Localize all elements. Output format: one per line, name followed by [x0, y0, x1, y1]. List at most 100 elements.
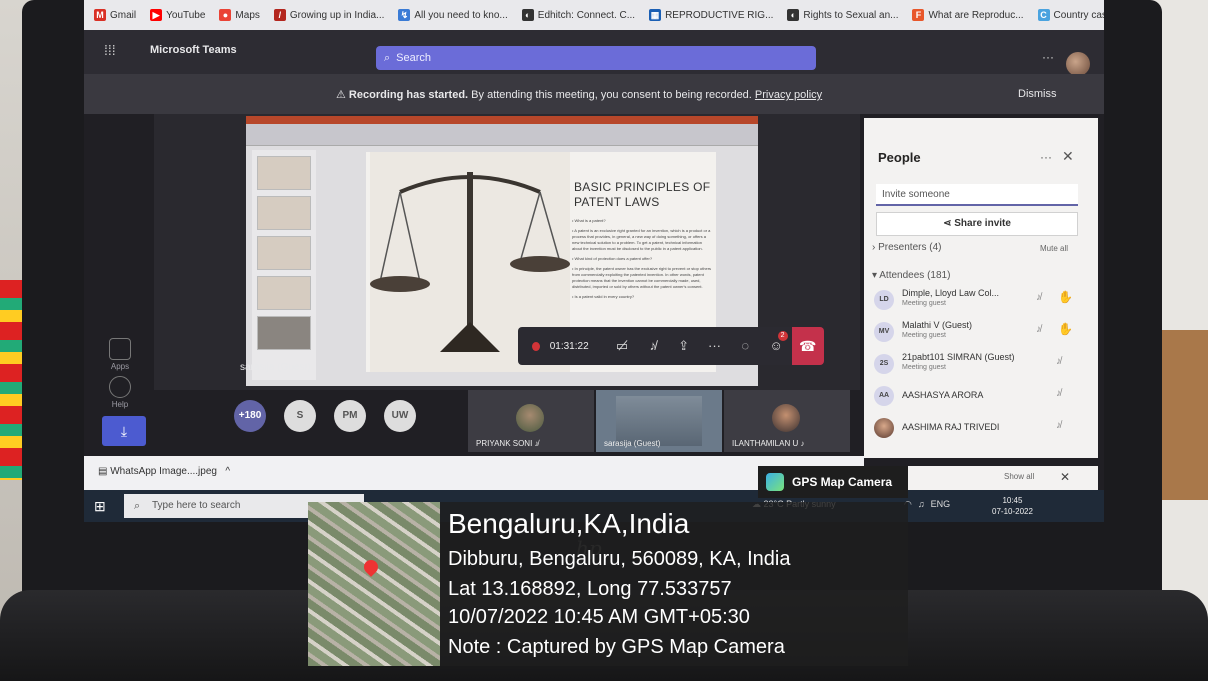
slide-title: BASIC PRINCIPLES OF PATENT LAWS — [574, 180, 711, 209]
attendee-row[interactable]: AASHIMA RAJ TRIVEDI ♪̸ — [872, 416, 1088, 446]
apps-icon — [109, 338, 131, 360]
show-all-link[interactable]: Show all — [1004, 472, 1034, 481]
photo-background: hp MGmail▶YouTube●Maps/Growing up in Ind… — [0, 0, 1208, 681]
bookmark-item[interactable]: F What are Reproduc... — [908, 9, 1027, 21]
participant-avatar[interactable]: UW — [384, 400, 416, 432]
location-pin-icon — [361, 557, 381, 577]
participant-avatar[interactable]: PM — [334, 400, 366, 432]
gps-tag-label: GPS Map Camera — [792, 475, 893, 489]
mic-off-icon[interactable]: ♪̸ — [637, 327, 668, 365]
mute-all-button[interactable]: Mute all — [1040, 244, 1068, 253]
attendee-row[interactable]: LD Dimple, Lloyd Law Col... Meeting guest ♪… — [872, 288, 1088, 318]
avatar[interactable] — [1066, 52, 1090, 76]
participant-avatar[interactable]: S — [284, 400, 316, 432]
bookmarks-bar: M Gmail ▶ YouTube ● Maps / Growing up in India.… — [84, 0, 1104, 30]
bookmark-label: What are Reproduc... — [928, 9, 1024, 21]
meeting-stage: BASIC PRINCIPLES OF PATENT LAWS • What i… — [154, 114, 860, 390]
presenters-section[interactable]: › Presenters (4) — [872, 242, 941, 253]
app-launcher-icon[interactable]: ⁞⁞⁞ — [104, 42, 116, 58]
bookmark-item[interactable]: ↯ All you need to kno... — [394, 9, 511, 21]
participant-tile[interactable]: PRIYANK SONI ♪̸ — [468, 390, 594, 452]
share-screen-icon[interactable]: ⇪ — [668, 327, 699, 365]
bookmark-label: REPRODUCTIVE RIG... — [665, 9, 774, 21]
system-tray[interactable]: ◠♫ENG — [904, 499, 950, 510]
avatar — [874, 418, 894, 438]
bookmark-icon: C — [1037, 9, 1050, 21]
participant-tile[interactable]: ILANTHAMILAN U ♪ — [724, 390, 850, 452]
recording-icon — [532, 341, 540, 351]
attendee-row[interactable]: 2S 21pabt101 SIMRAN (Guest) Meeting guest ♪… — [872, 352, 1088, 382]
share-invite-button[interactable]: ⋖ Share invite — [876, 212, 1078, 236]
gmail-icon: M — [94, 9, 106, 21]
chat-icon[interactable]: ◌ — [730, 327, 761, 365]
rail-help[interactable]: Help — [98, 376, 142, 409]
bookmark-item[interactable]: / Growing up in India... — [270, 9, 389, 21]
slide-thumbnails — [252, 150, 316, 380]
bookmark-item[interactable]: CCountry case-study... — [1034, 9, 1104, 21]
slide-thumbnail — [257, 276, 311, 310]
download-icon[interactable]: ⤓ — [102, 416, 146, 446]
satellite-map-thumbnail — [308, 502, 440, 666]
attendee-name: AASHASYA ARORA — [902, 390, 984, 400]
bookmark-icon: ▦ — [649, 9, 662, 21]
bookmark-item[interactable]: ● Maps — [215, 9, 263, 21]
dismiss-button[interactable]: Dismiss — [1018, 88, 1057, 100]
more-options-icon[interactable]: ··· — [1042, 50, 1054, 64]
rail-apps[interactable]: Apps — [98, 338, 142, 371]
gps-overlay: Bengaluru,KA,India Dibburu, Bengaluru, 5… — [308, 502, 908, 666]
attendees-section[interactable]: ▾ Attendees (181) — [872, 270, 950, 281]
search-icon: ⌕ — [134, 500, 141, 512]
left-rail: Apps Help — [84, 114, 154, 454]
bookmark-label: Edhitch: Connect. C... — [537, 9, 636, 21]
people-icon[interactable]: ☺ 2 — [761, 327, 792, 365]
slide-thumbnail — [257, 196, 311, 230]
raised-hand-icon: ✋ — [1058, 290, 1073, 304]
recording-title: Recording has started. — [348, 89, 469, 101]
meeting-controls: 01:31:22 ▭̸ ♪̸ ⇪ ··· ◌ ☺ 2 ☎ — [518, 327, 825, 365]
download-item[interactable]: ▤ WhatsApp Image....jpeg ^ — [98, 466, 230, 477]
attendee-role: Meeting guest — [902, 300, 946, 307]
participant-tile[interactable]: sarasija (Guest) — [596, 390, 722, 452]
overflow-count[interactable]: +180 — [234, 400, 266, 432]
avatar: LD — [874, 290, 894, 310]
overflow-participants: +180 S PM UW — [234, 400, 416, 440]
date: 07-10-2022 — [992, 507, 1033, 516]
bookmark-item[interactable]: ◐ Rights to Sexual an... — [783, 9, 902, 21]
more-actions-icon[interactable]: ··· — [699, 327, 730, 365]
bookmark-label: All you need to kno... — [414, 9, 508, 21]
bookmark-icon: ◐ — [787, 9, 800, 21]
bookmark-label: Gmail — [110, 9, 137, 21]
clock[interactable]: 10:45 07-10-2022 — [992, 495, 1033, 517]
gps-address: Dibburu, Bengaluru, 560089, KA, India — [448, 548, 791, 570]
invite-input[interactable]: Invite someone — [876, 184, 1078, 206]
privacy-policy-link[interactable]: Privacy policy — [755, 89, 822, 101]
mic-off-icon: ♪̸ — [534, 439, 539, 448]
more-options-icon[interactable]: ··· — [1040, 150, 1052, 164]
participant-name: PRIYANK SONI ♪̸ — [476, 439, 539, 448]
attendee-row[interactable]: MV Malathi V (Guest) Meeting guest ♪̸ ✋ — [872, 320, 1088, 350]
mic-off-icon: ♪̸ — [1056, 356, 1061, 367]
windows-start-icon[interactable]: ⊞ — [94, 498, 106, 515]
maps-icon: ● — [219, 9, 232, 21]
close-icon[interactable]: ✕ — [1060, 470, 1070, 484]
bookmark-icon: ↯ — [398, 9, 411, 21]
recording-consent-text: By attending this meeting, you consent t… — [468, 89, 755, 101]
camera-off-icon[interactable]: ▭̸ — [607, 327, 638, 365]
volume-icon: ♫ — [917, 499, 925, 509]
attendee-name: Dimple, Lloyd Law Col... — [902, 288, 1000, 298]
file-icon: ▤ — [98, 466, 111, 477]
gps-city: Bengaluru,KA,India — [448, 508, 690, 539]
search-input[interactable]: ⌕ Search — [376, 46, 816, 70]
attendee-row[interactable]: AA AASHASYA ARORA ♪̸ — [872, 384, 1088, 414]
bookmark-item[interactable]: ▦ REPRODUCTIVE RIG... — [645, 9, 777, 21]
bookmark-label: Growing up in India... — [289, 9, 385, 21]
bookmark-item[interactable]: M Gmail — [90, 9, 140, 21]
bookmark-item[interactable]: ◐ Edhitch: Connect. C... — [518, 9, 639, 21]
close-icon[interactable]: ✕ — [1062, 148, 1074, 165]
hang-up-button[interactable]: ☎ — [791, 327, 825, 365]
bookmark-item[interactable]: ▶ YouTube — [146, 9, 209, 21]
gps-camera-tag: GPS Map Camera — [758, 466, 908, 498]
slide-bullet: • What kind of protection does a patent … — [572, 256, 653, 261]
slide-bullet: • In principle, the patent owner has the… — [572, 266, 712, 289]
participant-name: sarasija (Guest) — [604, 439, 661, 448]
